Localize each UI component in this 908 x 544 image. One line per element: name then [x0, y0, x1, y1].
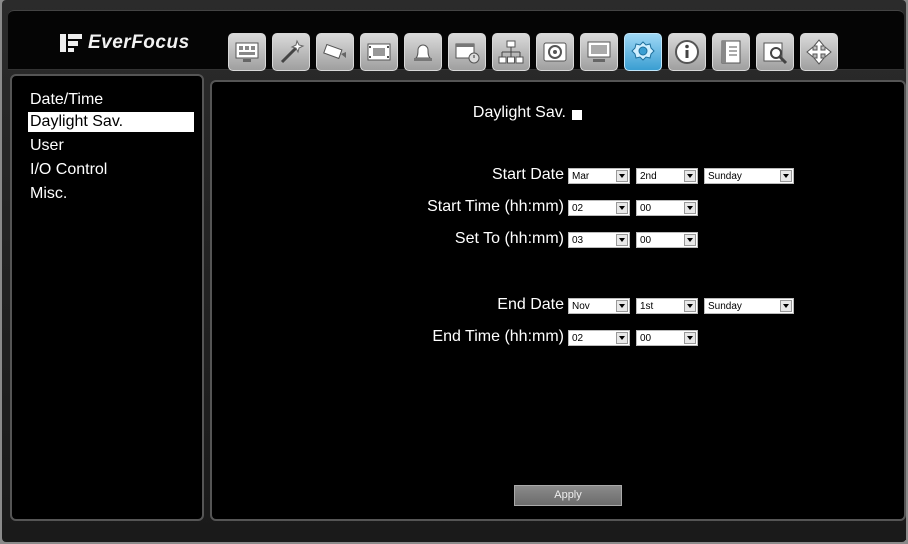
start-month-select[interactable]: Mar: [568, 168, 630, 184]
end-time-label: End Time (hh:mm): [432, 328, 564, 345]
start-date-label: Start Date: [491, 166, 564, 183]
end-minute-value: 00: [640, 333, 652, 344]
start-hour-select[interactable]: 02: [568, 200, 630, 216]
end-minute-select[interactable]: 00: [636, 330, 698, 346]
sidebar-item-date-time[interactable]: Date/Time: [28, 90, 194, 110]
set-to-minute-value: 00: [640, 235, 652, 246]
search-icon[interactable]: [756, 33, 794, 71]
settings-sidebar: Date/Time Daylight Sav. User I/O Control…: [10, 74, 204, 521]
chevron-down-icon: [616, 202, 628, 214]
chevron-down-icon: [684, 332, 696, 344]
monitor-grid-icon[interactable]: [228, 33, 266, 71]
dst-enable-label: Daylight Sav.: [472, 104, 566, 121]
sidebar-item-io-control[interactable]: I/O Control: [28, 160, 194, 180]
everfocus-logo-icon: [60, 32, 82, 54]
display-icon[interactable]: [580, 33, 618, 71]
ptz-arrows-icon[interactable]: [800, 33, 838, 71]
alarm-bell-icon[interactable]: [404, 33, 442, 71]
bottom-bar: [10, 524, 906, 540]
camera-icon[interactable]: [316, 33, 354, 71]
sidebar-item-user[interactable]: User: [28, 136, 194, 156]
schedule-icon[interactable]: [448, 33, 486, 71]
start-minute-value: 00: [640, 203, 652, 214]
set-to-minute-select[interactable]: 00: [636, 232, 698, 248]
end-hour-value: 02: [572, 333, 584, 344]
sidebar-item-misc[interactable]: Misc.: [28, 184, 194, 204]
set-to-hour-select[interactable]: 03: [568, 232, 630, 248]
start-day-select[interactable]: Sunday: [704, 168, 794, 184]
daylight-saving-panel: Daylight Sav. Start Date Mar 2nd Sunday …: [210, 80, 906, 521]
chevron-down-icon: [684, 202, 696, 214]
chevron-down-icon: [780, 170, 792, 182]
chevron-down-icon: [684, 234, 696, 246]
end-week-select[interactable]: 1st: [636, 298, 698, 314]
brand-logo: EverFocus: [60, 29, 190, 57]
magic-wand-icon[interactable]: [272, 33, 310, 71]
set-to-label: Set To (hh:mm): [454, 230, 564, 247]
set-to-hour-value: 03: [572, 235, 584, 246]
chevron-down-icon: [616, 170, 628, 182]
end-date-label: End Date: [497, 296, 564, 313]
chevron-down-icon: [780, 300, 792, 312]
start-month-value: Mar: [572, 171, 590, 182]
start-minute-select[interactable]: 00: [636, 200, 698, 216]
end-day-value: Sunday: [708, 301, 742, 312]
start-hour-value: 02: [572, 203, 584, 214]
disk-icon[interactable]: [536, 33, 574, 71]
film-icon[interactable]: [360, 33, 398, 71]
dvr-window: EverFocus Date/Time Daylight Sav. User I…: [2, 0, 906, 542]
chevron-down-icon: [616, 332, 628, 344]
chevron-down-icon: [684, 170, 696, 182]
start-day-value: Sunday: [708, 171, 742, 182]
log-book-icon[interactable]: [712, 33, 750, 71]
network-icon[interactable]: [492, 33, 530, 71]
end-week-value: 1st: [640, 301, 654, 312]
sidebar-item-daylight-sav[interactable]: Daylight Sav.: [28, 112, 194, 132]
brand-name: EverFocus: [88, 32, 190, 53]
end-day-select[interactable]: Sunday: [704, 298, 794, 314]
start-week-value: 2nd: [640, 171, 657, 182]
top-bar: EverFocus: [8, 10, 904, 71]
chevron-down-icon: [616, 234, 628, 246]
chevron-down-icon: [616, 300, 628, 312]
end-month-select[interactable]: Nov: [568, 298, 630, 314]
start-time-label: Start Time (hh:mm): [427, 198, 564, 215]
info-icon[interactable]: [668, 33, 706, 71]
system-settings-icon[interactable]: [624, 33, 662, 71]
start-week-select[interactable]: 2nd: [636, 168, 698, 184]
chevron-down-icon: [684, 300, 696, 312]
end-month-value: Nov: [572, 301, 590, 312]
apply-button[interactable]: Apply: [514, 485, 622, 506]
main-toolbar: [228, 33, 838, 71]
dst-enable-checkbox[interactable]: [572, 110, 582, 120]
end-hour-select[interactable]: 02: [568, 330, 630, 346]
